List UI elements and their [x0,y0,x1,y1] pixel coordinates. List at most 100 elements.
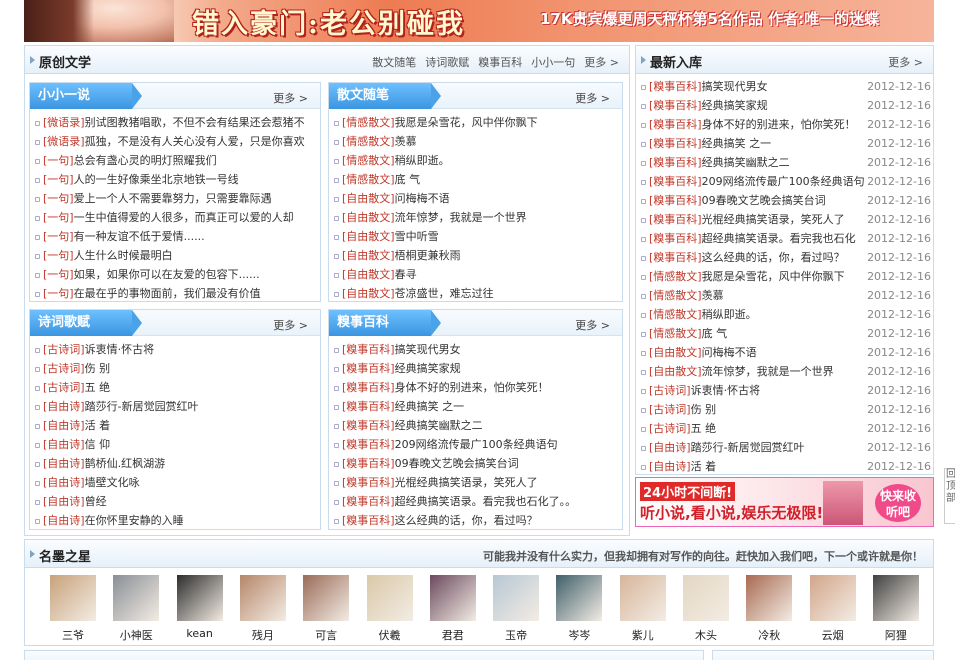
member-name[interactable]: 冷秋 [739,627,799,643]
item-category[interactable]: [古诗词] [649,403,691,416]
star-member[interactable]: 残月 [233,575,293,643]
list-item[interactable]: [古诗词]伤 别 [35,359,320,378]
list-item[interactable]: [自由诗]曾经 [35,492,320,511]
star-member[interactable]: 君君 [423,575,483,643]
item-category[interactable]: [糗事百科] [649,118,702,131]
list-item[interactable]: [微语录]别试图教猪唱歌，不但不会有结果还会惹猪不 [35,113,320,132]
item-title[interactable]: 五 绝 [85,381,111,394]
avatar[interactable] [429,575,476,621]
item-category[interactable]: [自由散文] [342,268,395,281]
link-more[interactable]: 更多 > [584,56,619,69]
item-title[interactable]: 活 着 [691,460,717,473]
list-item[interactable]: [情感散文]稍纵即逝。 2012-12-16 [641,305,933,324]
list-item[interactable]: [微语录]孤独，不是没有人关心没有人爱，只是你喜欢 [35,132,320,151]
item-category[interactable]: [自由诗] [43,495,85,508]
item-category[interactable]: [自由诗] [43,419,85,432]
list-item[interactable]: [自由诗]活 着 [35,416,320,435]
item-title[interactable]: 人的一生好像乘坐北京地铁一号线 [74,173,239,186]
avatar[interactable] [683,575,729,621]
item-category[interactable]: [自由诗] [43,457,85,470]
list-item[interactable]: [糗事百科]搞笑现代男女 [334,340,622,359]
item-title[interactable]: 信 仰 [85,438,111,451]
item-title[interactable]: 别试图教猪唱歌，不但不会有结果还会惹猪不 [85,116,305,129]
list-item[interactable]: [自由散文]梧桐更兼秋雨 [334,246,622,265]
item-category[interactable]: [糗事百科] [342,343,395,356]
member-name[interactable]: 伏羲 [360,627,420,643]
item-category[interactable]: [微语录] [43,135,85,148]
list-item[interactable]: [情感散文]底 气 2012-12-16 [641,324,933,343]
item-title[interactable]: 经典搞笑 之一 [702,137,772,150]
list-item[interactable]: [糗事百科]209网络流传最广100条经典语句 [334,435,622,454]
list-item[interactable]: [糗事百科]经典搞笑 之一 [334,397,622,416]
star-member[interactable]: 玉帝 [486,575,546,643]
link-sanwen[interactable]: 散文随笔 [372,56,416,69]
item-category[interactable]: [糗事百科] [649,213,702,226]
member-name[interactable]: 阿狸 [866,627,926,643]
item-title[interactable]: 09春晚文艺晚会搞笑台词 [702,194,826,207]
item-title[interactable]: 羡慕 [395,135,417,148]
item-category[interactable]: [糗事百科] [342,495,395,508]
list-item[interactable]: [糗事百科]这么经典的话，你，看过吗？ [334,511,622,530]
item-title[interactable]: 这么经典的话，你，看过吗？ [702,251,845,264]
item-title[interactable]: 伤 别 [691,403,717,416]
item-category[interactable]: [自由诗] [43,514,85,527]
item-title[interactable]: 身体不好的别进来，怕你笑死！ [702,118,856,131]
list-item[interactable]: [自由散文]流年惊梦，我就是一个世界 [334,208,622,227]
star-member[interactable]: 伏羲 [360,575,420,643]
item-title[interactable]: 经典搞笑幽默之二 [395,419,483,432]
item-title[interactable]: 搞笑现代男女 [395,343,461,356]
member-name[interactable]: 岑岑 [549,627,609,643]
item-title[interactable]: 209网络流传最广100条经典语句 [395,438,558,451]
member-name[interactable]: 三爷 [43,627,103,643]
item-title[interactable]: 经典搞笑家规 [702,99,768,112]
list-item[interactable]: [糗事百科]身体不好的别进来，怕你笑死！ [334,378,622,397]
item-title[interactable]: 一生中值得爱的人很多，而真正可以爱的人却 [74,211,294,224]
item-title[interactable]: 踏莎行-新居觉园赏红叶 [691,441,805,454]
item-title[interactable]: 孤独，不是没有人关心没有人爱，只是你喜欢 [85,135,305,148]
item-title[interactable]: 雪中听雪 [395,230,439,243]
avatar[interactable] [809,575,856,621]
item-category[interactable]: [一句] [43,268,74,281]
avatar[interactable] [493,575,540,621]
more-link[interactable]: 更多 > [575,90,610,106]
member-name[interactable]: 木头 [676,627,736,643]
member-name[interactable]: 云烟 [803,627,863,643]
avatar[interactable] [303,575,350,621]
list-item[interactable]: [自由诗]墙壁文化咏 [35,473,320,492]
top-banner[interactable]: 错入豪门:老公别碰我 17K贵宾爆更周天秤杯第5名作品 作者:唯一的迷蝶 [24,0,934,42]
item-category[interactable]: [自由诗] [649,460,691,473]
item-category[interactable]: [自由散文] [342,249,395,262]
item-title[interactable]: 超经典搞笑语录。看完我也石化 [702,232,856,245]
item-title[interactable]: 诉衷情·怀古将 [85,343,155,356]
list-item[interactable]: [自由诗]踏莎行-新居觉园赏红叶 2012-12-16 [641,438,933,457]
item-title[interactable]: 底 气 [702,327,728,340]
item-category[interactable]: [一句] [43,249,74,262]
item-title[interactable]: 经典搞笑家规 [395,362,461,375]
item-category[interactable]: [糗事百科] [649,80,702,93]
item-title[interactable]: 光棍经典搞笑语录，笑死人了 [395,476,538,489]
item-title[interactable]: 如果，如果你可以在友爱的包容下...... [74,268,260,281]
list-item[interactable]: [自由散文]问梅梅不语 [334,189,622,208]
list-item[interactable]: [自由散文]雪中听雪 [334,227,622,246]
item-title[interactable]: 流年惊梦，我就是一个世界 [702,365,834,378]
item-category[interactable]: [古诗词] [649,384,691,397]
list-item[interactable]: [一句]有一种友谊不低于爱情...... [35,227,320,246]
member-name[interactable]: 可言 [296,627,356,643]
list-item[interactable]: [古诗词]伤 别 2012-12-16 [641,400,933,419]
item-category[interactable]: [糗事百科] [342,457,395,470]
list-item[interactable]: [糗事百科]经典搞笑家规 2012-12-16 [641,96,933,115]
item-title[interactable]: 总会有盏心灵的明灯照耀我们 [74,154,217,167]
more-link[interactable]: 更多 > [273,90,308,106]
list-item[interactable]: [糗事百科]光棍经典搞笑语录，笑死人了 [334,473,622,492]
list-item[interactable]: [糗事百科]经典搞笑 之一 2012-12-16 [641,134,933,153]
avatar[interactable] [113,575,160,621]
promo-banner[interactable]: 24小时不间断! 听小说,看小说,娱乐无极限! 快来收听吧 [635,477,934,527]
list-item[interactable]: [自由诗]踏莎行-新居觉园赏红叶 [35,397,320,416]
item-title[interactable]: 底 气 [395,173,421,186]
list-item[interactable]: [自由诗]信 仰 [35,435,320,454]
shici-tab[interactable]: 诗词歌赋 [30,310,142,336]
item-category[interactable]: [情感散文] [342,116,395,129]
list-item[interactable]: [糗事百科]搞笑现代男女 2012-12-16 [641,77,933,96]
list-item[interactable]: [一句]如果，如果你可以在友爱的包容下...... [35,265,320,284]
item-title[interactable]: 超经典搞笑语录。看完我也石化了。。 [395,495,577,508]
